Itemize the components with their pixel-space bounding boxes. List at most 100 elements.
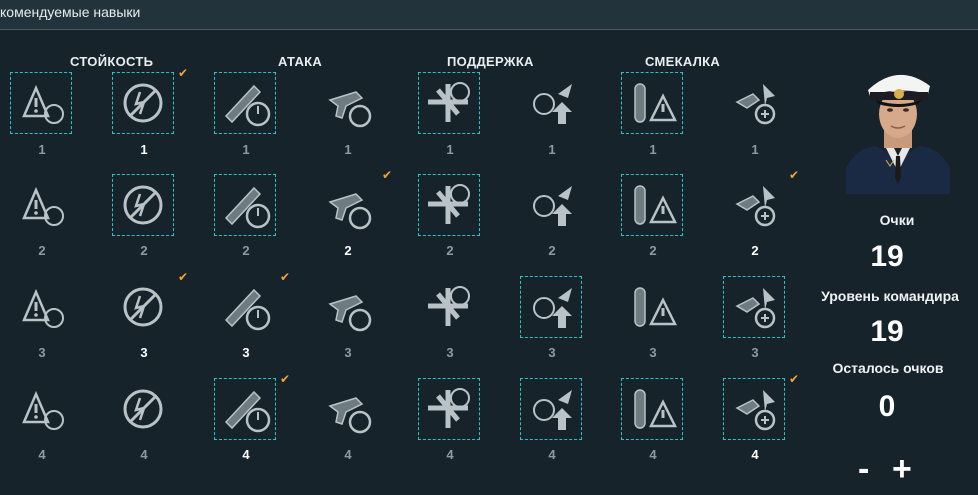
skill-slot[interactable]	[316, 276, 380, 340]
shells-up-icon	[428, 184, 470, 224]
wrench-up-icon	[22, 288, 64, 328]
skill-slot[interactable]	[418, 174, 482, 238]
skill-cost: 2	[751, 243, 759, 258]
skill-cost: 4	[140, 447, 148, 462]
gun-up-icon	[22, 390, 64, 430]
learned-check-icon: ✔	[177, 66, 188, 80]
shell-warning-icon	[735, 288, 776, 329]
skill-slot[interactable]	[520, 174, 584, 238]
skill-cost: 3	[344, 345, 352, 360]
targets-plus-icon	[533, 288, 572, 328]
skill-slot[interactable]	[520, 72, 584, 136]
skill-slot[interactable]: ✔	[112, 270, 188, 340]
skill-cost: 3	[38, 345, 46, 360]
torpedo-warning-icon	[634, 83, 678, 123]
skill-slot[interactable]	[112, 174, 176, 238]
skill-slot[interactable]	[214, 72, 278, 136]
skill-slot[interactable]	[10, 72, 74, 136]
stopwatch-icon	[123, 185, 163, 225]
skill-slot[interactable]	[621, 378, 685, 442]
skill-cost: 3	[548, 345, 556, 360]
skill-cost: 4	[38, 447, 46, 462]
shell-timer-icon	[224, 186, 271, 229]
aa-gun-up-icon	[123, 287, 163, 327]
skill-slot[interactable]	[621, 174, 685, 238]
skill-slot[interactable]	[214, 174, 278, 238]
skill-slot[interactable]: ✔	[112, 66, 188, 136]
category-cleverness: СМЕКАЛКА	[645, 54, 721, 69]
skill-cost: 2	[344, 243, 352, 258]
skill-slot[interactable]	[418, 276, 482, 340]
skill-slot[interactable]	[723, 276, 787, 340]
commander-portrait	[846, 60, 950, 194]
skill-cost: 2	[649, 243, 657, 258]
skill-cost: 4	[344, 447, 352, 462]
skill-cost: 1	[344, 142, 352, 157]
decrease-button[interactable]: -	[858, 452, 869, 486]
skill-slot[interactable]	[418, 378, 482, 442]
skill-cost: 3	[140, 345, 148, 360]
plane-target-up-icon	[533, 84, 572, 124]
skill-slot[interactable]	[520, 378, 584, 442]
bomb-plane-plus-icon	[735, 84, 776, 125]
commander-level-label: Уровень командира	[821, 288, 959, 304]
skill-cost: 2	[140, 243, 148, 258]
warning-down-icon	[735, 390, 776, 431]
skill-slot[interactable]: ✔	[316, 168, 392, 238]
remaining-points-value: 0	[878, 390, 896, 423]
skill-cost: 4	[649, 447, 657, 462]
skill-slot[interactable]	[418, 72, 482, 136]
skill-cost: 1	[548, 142, 556, 157]
skill-cost: 1	[140, 142, 148, 157]
skill-slot[interactable]	[10, 378, 74, 442]
skill-slot[interactable]: ✔	[723, 372, 799, 442]
skill-slot[interactable]	[621, 276, 685, 340]
torpedo-fire-icon	[634, 287, 678, 327]
planes-map-icon	[328, 397, 372, 434]
skill-slot[interactable]	[316, 378, 380, 442]
skill-cost: 3	[242, 345, 250, 360]
category-support: ПОДДЕРЖКА	[447, 54, 534, 69]
plane-crosshair-icon	[533, 390, 572, 430]
points-value: 19	[870, 240, 904, 273]
learned-check-icon: ✔	[279, 372, 290, 386]
header-bar: комендуемые навыки	[0, 0, 978, 30]
learned-check-icon: ✔	[788, 168, 799, 182]
skill-slot[interactable]	[10, 174, 74, 238]
no-fire-icon	[123, 83, 163, 123]
skill-cost: 2	[38, 243, 46, 258]
skill-slot[interactable]: ✔	[723, 168, 799, 238]
skill-cost: 2	[548, 243, 556, 258]
skill-slot[interactable]: ✔	[214, 372, 290, 442]
extinguisher-icon	[123, 389, 163, 429]
skill-cost: 4	[242, 447, 250, 462]
learned-check-icon: ✔	[279, 270, 290, 284]
fighter-target-icon	[428, 82, 470, 122]
commander-level-value: 19	[870, 315, 904, 348]
category-attack: АТАКА	[278, 54, 323, 69]
skill-slot[interactable]	[10, 276, 74, 340]
gears-wrench-icon	[735, 186, 776, 227]
plane-target-arrow-icon	[533, 186, 572, 226]
skill-cost: 1	[38, 142, 46, 157]
skill-cost: 3	[649, 345, 657, 360]
skill-cost: 4	[751, 447, 759, 462]
skill-slot[interactable]	[621, 72, 685, 136]
skill-slot[interactable]	[316, 72, 380, 136]
skill-slot[interactable]	[520, 276, 584, 340]
increase-button[interactable]: +	[892, 452, 912, 486]
skill-cost: 4	[446, 447, 454, 462]
skill-slot[interactable]	[723, 72, 787, 136]
plane-fire-icon	[328, 295, 372, 332]
category-survivability: СТОЙКОСТЬ	[70, 54, 154, 69]
skill-slot[interactable]	[112, 378, 176, 442]
targets-up-icon	[428, 286, 470, 326]
skill-cost: 4	[548, 447, 556, 462]
skill-cost: 1	[649, 142, 657, 157]
page-title: комендуемые навыки	[0, 4, 141, 20]
wrench-timer-icon	[22, 186, 64, 226]
skill-slot[interactable]: ✔	[214, 270, 290, 340]
torpedo-timer-icon	[634, 185, 678, 225]
skill-cost: 1	[242, 142, 250, 157]
shell-arrow-icon	[328, 193, 372, 230]
